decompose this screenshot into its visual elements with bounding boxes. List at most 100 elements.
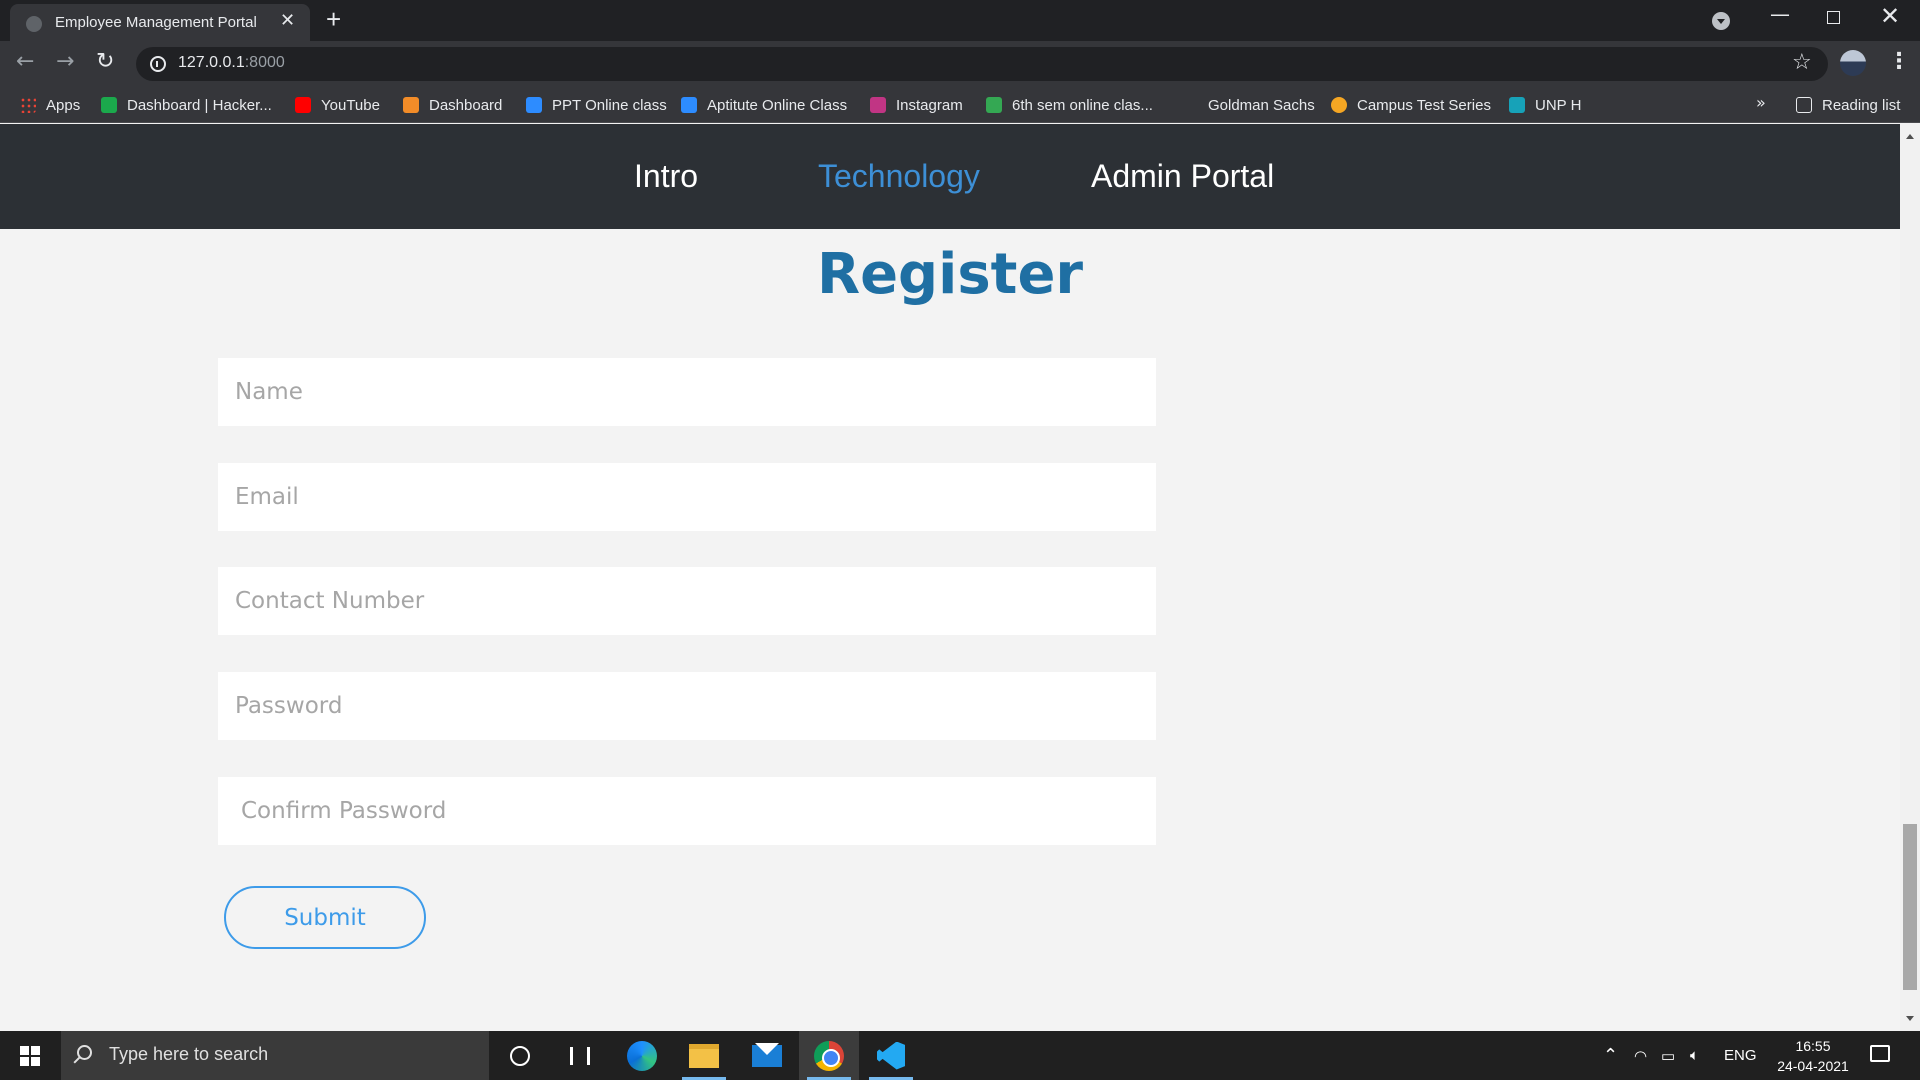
notification-center-icon[interactable] [1870,1045,1890,1062]
google-meet-icon [986,97,1002,113]
name-input[interactable] [218,358,1156,426]
bookmark-label: UNP H [1535,96,1582,114]
tab-close-button[interactable]: ✕ [280,10,295,31]
contact-number-input[interactable] [218,567,1156,635]
bookmark-hackerrank[interactable]: Dashboard | Hacker... [101,95,272,115]
file-explorer-icon [689,1043,719,1068]
tab-search-icon[interactable] [1712,12,1730,30]
battery-icon[interactable]: ▭ [1661,1031,1675,1080]
nav-link-intro[interactable]: Intro [634,158,698,195]
page-viewport: Intro Technology Admin Portal Register S… [0,124,1900,1031]
bookmark-label: YouTube [321,96,380,114]
vscode-icon [877,1041,905,1070]
mail-icon [752,1042,782,1067]
edge-app[interactable] [612,1031,672,1080]
bookmark-label: Aptitute Online Class [707,96,848,114]
task-view-button[interactable] [550,1031,610,1080]
site-navbar: Intro Technology Admin Portal [0,124,1900,229]
bookmark-instagram[interactable]: Instagram [870,95,963,115]
zoom-icon [526,97,542,113]
password-input[interactable] [218,672,1156,740]
bookmark-6th-sem[interactable]: 6th sem online clas... [986,95,1153,115]
tab-title: Employee Management Portal [55,14,257,31]
clock-time: 16:55 [1795,1038,1831,1054]
browser-tab[interactable]: Employee Management Portal ✕ [10,4,310,41]
page-scrollbar[interactable] [1900,124,1920,1031]
bookmark-star-icon[interactable]: ☆ [1792,50,1812,75]
apps-grid-icon [20,97,36,113]
url-text: 127.0.0.1:8000 [178,54,285,71]
windows-start-icon[interactable] [20,1046,40,1066]
page-title: Register [816,242,1084,307]
edge-icon [627,1040,657,1071]
reading-list-button[interactable]: Reading list [1796,95,1900,115]
back-arrow-icon[interactable]: ← [16,49,34,74]
cortana-icon [510,1045,530,1066]
bookmark-campus-test-series[interactable]: Campus Test Series [1331,95,1491,115]
reading-list-label: Reading list [1822,96,1901,114]
bookmark-label: Apps [46,96,81,114]
taskbar-search-box[interactable]: Type here to search [61,1031,489,1080]
dashboard-icon [403,97,419,113]
unp-icon [1509,97,1525,113]
task-view-icon [570,1046,590,1065]
youtube-icon [295,97,311,113]
language-indicator[interactable]: ENG [1724,1031,1757,1080]
taskbar-clock[interactable]: 16:55 24-04-2021 [1768,1036,1858,1076]
bookmark-unp-h[interactable]: UNP H [1509,95,1581,115]
search-icon [77,1045,92,1060]
browser-toolbar: ← → ↻ 127.0.0.1:8000 ☆ ⋮ [0,41,1920,87]
cortana-button[interactable] [490,1031,550,1080]
taskbar-search-placeholder: Type here to search [109,1044,269,1064]
browser-menu-icon[interactable]: ⋮ [1888,49,1910,74]
bookmark-label: Instagram [896,96,963,114]
bookmark-youtube[interactable]: YouTube [295,95,380,115]
chrome-app[interactable] [799,1031,859,1080]
network-icon[interactable]: ◠ [1634,1031,1647,1080]
bookmark-label: Dashboard [429,96,503,114]
bookmark-label: PPT Online class [552,96,667,114]
scroll-up-arrow-icon[interactable] [1906,134,1914,139]
bookmark-label: Campus Test Series [1357,96,1491,114]
mail-app[interactable] [737,1031,797,1080]
campus-test-icon [1331,97,1347,113]
minimize-button[interactable]: — [1770,2,1790,26]
restore-button[interactable] [1827,11,1840,24]
forward-arrow-icon[interactable]: → [56,49,74,74]
scroll-down-arrow-icon[interactable] [1906,1016,1914,1021]
volume-icon[interactable]: 🔈︎ [1690,1031,1699,1080]
bookmark-dashboard[interactable]: Dashboard [403,95,502,115]
browser-tab-bar: Employee Management Portal ✕ + — ✕ [0,0,1920,41]
file-explorer-app[interactable] [674,1031,734,1080]
bookmark-apps[interactable]: Apps [20,95,80,115]
submit-button[interactable]: Submit [224,886,426,949]
goldman-sachs-icon [1182,97,1198,113]
vscode-app[interactable] [861,1031,921,1080]
bookmark-label: 6th sem online clas... [1012,96,1153,114]
confirm-password-input[interactable] [218,777,1156,845]
zoom-icon [681,97,697,113]
scrollbar-thumb[interactable] [1903,824,1917,990]
clock-date: 24-04-2021 [1777,1058,1849,1074]
bookmarks-bar: Apps Dashboard | Hacker... YouTube Dashb… [0,87,1920,123]
chrome-icon [814,1040,844,1071]
more-bookmarks-chevron-icon[interactable]: » [1756,93,1766,112]
reading-list-icon [1796,97,1812,113]
site-info-icon[interactable] [150,56,166,72]
reload-icon[interactable]: ↻ [96,49,114,74]
show-hidden-icons-chevron-icon[interactable]: ⌃ [1603,1031,1618,1080]
bookmark-label: Goldman Sachs [1208,96,1315,114]
profile-avatar[interactable] [1840,50,1866,76]
address-bar[interactable]: 127.0.0.1:8000 ☆ [136,47,1828,81]
nav-link-admin-portal[interactable]: Admin Portal [1091,158,1274,195]
bookmark-aptitute-online-class[interactable]: Aptitute Online Class [681,95,847,115]
globe-icon [26,16,42,32]
bookmark-ppt-online-class[interactable]: PPT Online class [526,95,667,115]
windows-taskbar: Type here to search ⌃ ◠ ▭ 🔈︎ ENG 16:55 2… [0,1031,1920,1080]
new-tab-button[interactable]: + [326,4,341,35]
instagram-icon [870,97,886,113]
bookmark-goldman-sachs[interactable]: Goldman Sachs [1182,95,1315,115]
close-window-button[interactable]: ✕ [1880,2,1900,31]
email-input[interactable] [218,463,1156,531]
nav-link-technology[interactable]: Technology [818,158,980,195]
